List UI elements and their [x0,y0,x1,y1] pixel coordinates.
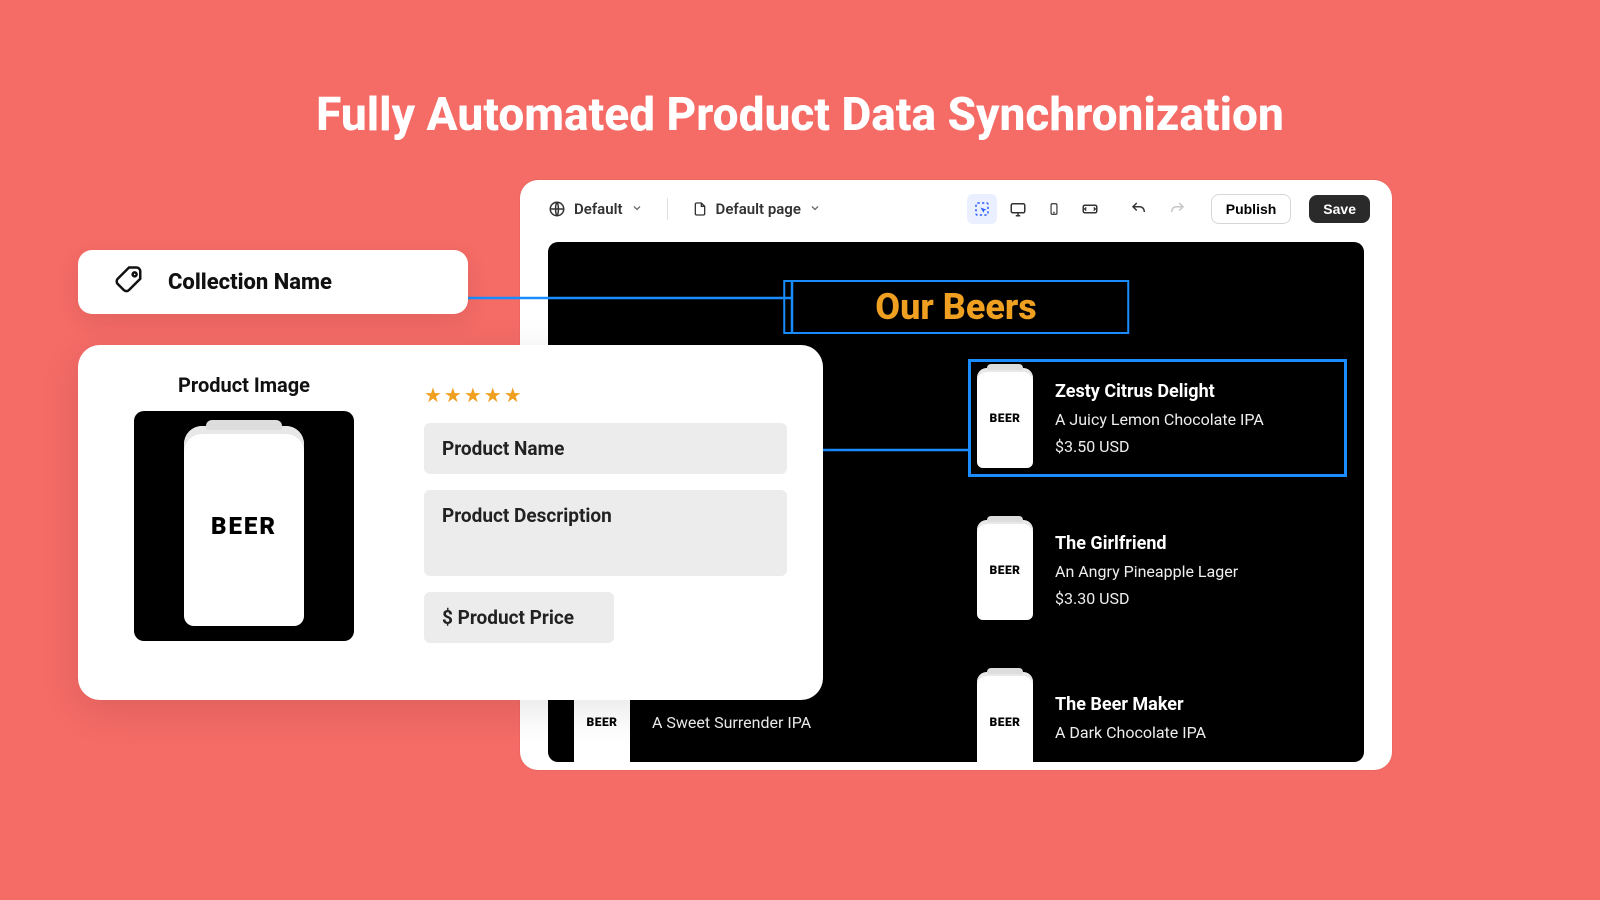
tag-icon [114,265,144,299]
page-icon [692,200,708,218]
mobile-icon[interactable] [1039,194,1069,224]
star-rating: ★★★★★ [424,383,787,407]
product-name: Zesty Citrus Delight [1055,381,1264,402]
product-desc: A Dark Chocolate IPA [1055,723,1206,742]
cursor-select-icon[interactable] [967,194,997,224]
fullwidth-icon[interactable] [1075,194,1105,224]
product-price: $3.30 USD [1055,589,1238,608]
publish-button[interactable]: Publish [1211,194,1292,224]
products-column-right: BEER Zesty Citrus Delight A Juicy Lemon … [971,362,1344,762]
product-name: The Girlfriend [1055,533,1238,554]
redo-button[interactable] [1163,195,1191,223]
globe-icon [548,200,566,218]
product-description-field[interactable]: Product Description [424,490,787,576]
section-title-frame[interactable]: Our Beers [783,280,1129,334]
device-preview-group [967,194,1105,224]
theme-label: Default [574,200,623,218]
product-desc: An Angry Pineapple Lager [1055,562,1238,581]
save-button[interactable]: Save [1309,195,1370,223]
theme-picker[interactable]: Default [548,200,643,218]
undo-button[interactable] [1125,195,1153,223]
page-headline: Fully Automated Product Data Synchroniza… [0,88,1600,142]
beer-can-icon: BEER [977,368,1033,468]
desktop-icon[interactable] [1003,194,1033,224]
product-image-title: Product Image [178,373,310,397]
page-label: Default page [716,200,801,218]
beer-can-icon: BEER [184,426,304,626]
editor-toolbar: Default Default page [520,180,1392,238]
section-title: Our Beers [875,286,1037,328]
product-price-field[interactable]: $ Product Price [424,592,614,643]
product-image-preview[interactable]: BEER [134,411,354,641]
product-editor-card: Product Image BEER ★★★★★ Product Name Pr… [78,345,823,700]
product-row-selected[interactable]: BEER Zesty Citrus Delight A Juicy Lemon … [968,359,1347,477]
beer-can-icon: BEER [977,520,1033,620]
collection-name-label: Collection Name [168,270,332,295]
page-picker[interactable]: Default page [692,200,821,218]
chevron-down-icon [809,200,821,218]
product-row[interactable]: BEER The Girlfriend An Angry Pineapple L… [971,514,1344,626]
toolbar-separator [667,198,668,220]
chevron-down-icon [631,200,643,218]
product-name-field[interactable]: Product Name [424,423,787,474]
product-desc: A Sweet Surrender IPA [652,713,811,732]
beer-can-icon: BEER [977,672,1033,762]
product-price: $3.50 USD [1055,437,1264,456]
collection-name-pill[interactable]: Collection Name [78,250,468,314]
product-name: The Beer Maker [1055,694,1206,715]
product-row[interactable]: BEER The Beer Maker A Dark Chocolate IPA [971,666,1344,762]
product-desc: A Juicy Lemon Chocolate IPA [1055,410,1264,429]
